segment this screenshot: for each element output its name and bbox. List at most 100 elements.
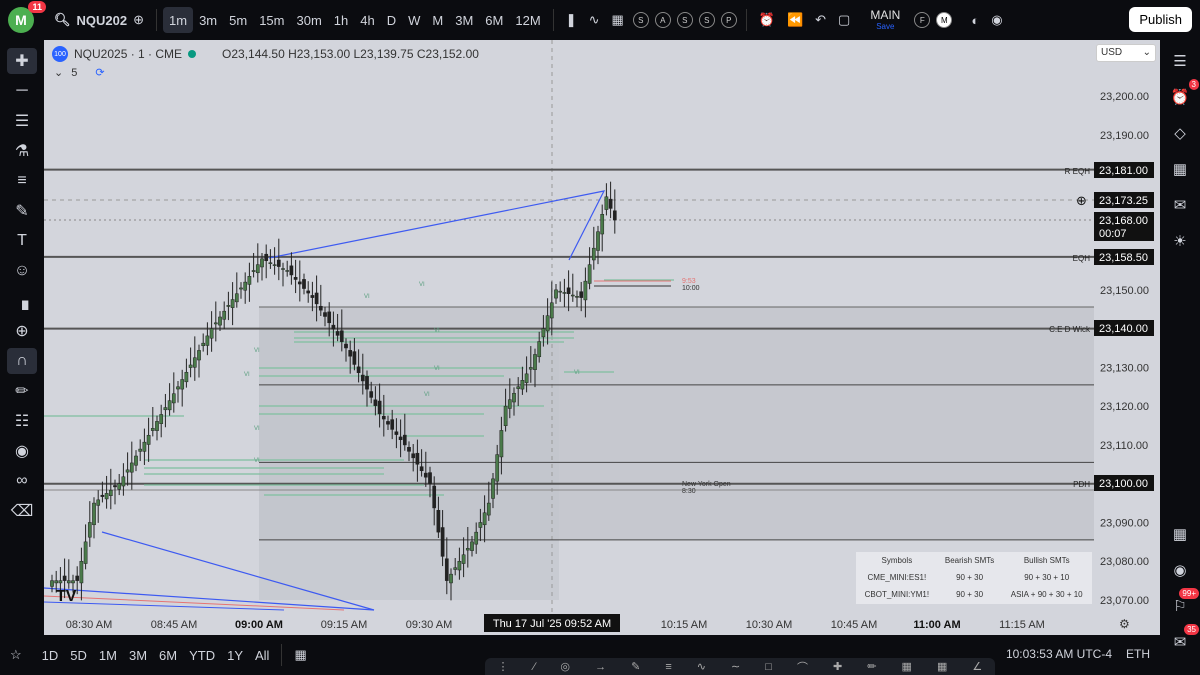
script-button-3[interactable]: S <box>698 12 715 28</box>
script-button-4[interactable]: P <box>720 12 737 28</box>
range-ytd[interactable]: YTD <box>183 642 221 668</box>
range-1m[interactable]: 1M <box>93 642 123 668</box>
path-icon[interactable]: ∼ <box>731 660 740 673</box>
pitchfork-icon[interactable]: ⚗ <box>7 138 37 164</box>
timeframe-6m[interactable]: 6M <box>479 7 509 33</box>
chat-icon[interactable]: ✉ <box>1167 192 1193 218</box>
shape-icon[interactable]: □ <box>765 661 772 673</box>
timeframe-1m[interactable]: 1m <box>163 7 194 33</box>
smt-cell: 90 + 30 + 10 <box>1024 573 1070 582</box>
timeframe-3m[interactable]: 3m <box>193 7 223 33</box>
candle-body <box>247 276 252 285</box>
chevron-down-icon[interactable]: ⌄ <box>54 66 63 79</box>
brush-icon[interactable]: ✎ <box>7 198 37 224</box>
symbol-search[interactable]: 🔍︎ NQU202 <box>54 12 127 28</box>
trash-icon[interactable]: ⌫ <box>7 498 37 524</box>
timeframe-5m[interactable]: 5m <box>223 7 253 33</box>
messages-icon[interactable]: ✉ 35 <box>1167 624 1199 655</box>
currency-select[interactable]: USD ⌄ <box>1096 44 1156 62</box>
grid-icon[interactable]: ▦ <box>937 660 947 673</box>
undo-icon[interactable]: ↶ <box>809 7 832 33</box>
timeframe-3m[interactable]: 3M <box>449 7 479 33</box>
channel-icon[interactable]: ≡ <box>665 661 671 673</box>
emoji-icon[interactable]: ☺ <box>7 258 37 284</box>
line-tool-icon[interactable]: ∕ <box>534 661 536 673</box>
lock-pencil-icon[interactable]: ✏ <box>7 378 37 404</box>
profile-avatar[interactable]: M 11 <box>8 1 46 33</box>
range-3m[interactable]: 3M <box>123 642 153 668</box>
magnet-icon[interactable]: ∩ <box>7 348 37 374</box>
indicators-icon[interactable]: ∿ <box>583 7 606 33</box>
zoom-icon[interactable]: ⊕ <box>7 318 37 344</box>
timeframe-d[interactable]: D <box>381 7 402 33</box>
layout-grid-icon[interactable]: ▦ <box>605 7 629 33</box>
candle-body <box>482 512 487 526</box>
data-window-icon[interactable]: ▦ <box>1167 156 1193 182</box>
range-5d[interactable]: 5D <box>64 642 93 668</box>
layers-icon[interactable]: ◇ <box>1167 120 1193 146</box>
publish-button[interactable]: Publish <box>1129 7 1192 32</box>
session-label[interactable]: ETH <box>1126 647 1150 661</box>
timeframe-4h[interactable]: 4h <box>354 7 380 33</box>
price-chart[interactable]: 23,200.00 23,190.00 23,150.00 23,130.00 23,1… <box>44 40 1160 635</box>
measure-icon[interactable]: ∠ <box>972 660 982 673</box>
ruler-icon[interactable]: ▗ <box>7 288 37 314</box>
range-1y[interactable]: 1Y <box>221 642 249 668</box>
alerts-icon[interactable]: ⏰ 3 <box>1167 79 1199 110</box>
range-all[interactable]: All <box>249 642 275 668</box>
eye-icon[interactable]: ◉ <box>7 438 37 464</box>
chat-bubble-icon[interactable]: ◉ <box>1167 557 1193 583</box>
settings-gauge-icon[interactable]: ◐ <box>965 7 985 33</box>
trend-line-icon[interactable]: ─ <box>7 78 37 104</box>
legend-title[interactable]: NQU2025 · 1 · CME <box>74 47 182 61</box>
replay-icon[interactable]: ⏪ <box>781 7 809 33</box>
timeframe-w[interactable]: W <box>402 7 426 33</box>
timeframe-m[interactable]: M <box>426 7 449 33</box>
text-icon[interactable]: T <box>7 228 37 254</box>
cross-icon[interactable]: ✚ <box>833 660 842 673</box>
lock-icon[interactable]: ☷ <box>7 408 37 434</box>
timeframe-1h[interactable]: 1h <box>328 7 354 33</box>
target-icon[interactable]: ◎ <box>560 660 570 673</box>
crosshair-icon[interactable]: ✚ <box>7 48 37 74</box>
curve-icon[interactable]: ⌒ <box>797 659 808 675</box>
timeframe-12m[interactable]: 12M <box>509 7 546 33</box>
alert-clock-icon[interactable]: ⏰ <box>753 7 781 33</box>
pencil-icon[interactable]: ✏ <box>867 660 876 673</box>
chart-area[interactable]: 23,200.00 23,190.00 23,150.00 23,130.00 23,1… <box>44 40 1160 635</box>
link-icon[interactable]: ∞ <box>7 468 37 494</box>
goto-date-icon[interactable]: ▦ <box>288 642 312 668</box>
camera-icon[interactable]: ◉ <box>985 7 1008 33</box>
script-button-0[interactable]: S <box>632 12 649 28</box>
notifications-icon[interactable]: ⚐ 99+ <box>1167 588 1199 619</box>
fvg-label: VI <box>424 392 430 398</box>
watchlist-icon[interactable]: ☰ <box>1167 48 1193 74</box>
script-button-1[interactable]: A <box>654 12 671 28</box>
clock[interactable]: 10:03:53 AM UTC-4 <box>1006 647 1112 661</box>
timeframe-30m[interactable]: 30m <box>290 7 327 33</box>
compare-add-icon[interactable]: ⊕ <box>127 7 150 33</box>
fib-icon[interactable]: ≡ <box>7 168 37 194</box>
range-6m[interactable]: 6M <box>153 642 183 668</box>
horizontal-lines-icon[interactable]: ☰ <box>7 108 37 134</box>
star-icon[interactable]: ☆ <box>4 642 28 668</box>
layout-name[interactable]: MAIN Save <box>870 9 900 31</box>
candle-body <box>381 415 386 420</box>
ideas-icon[interactable]: ☀ <box>1167 228 1193 254</box>
range-1d[interactable]: 1D <box>36 642 65 668</box>
profile-m-button[interactable]: M <box>936 12 953 28</box>
timeframe-15m[interactable]: 15m <box>253 7 290 33</box>
brush-tool-icon[interactable]: ✎ <box>631 660 640 673</box>
calendar-icon[interactable]: ▦ <box>1167 521 1193 547</box>
script-button-2[interactable]: S <box>676 12 693 28</box>
drag-handle-icon[interactable]: ⋮ <box>498 660 509 673</box>
sync-icon[interactable]: ⟳ <box>95 66 104 79</box>
fullscreen-icon[interactable]: ▢ <box>832 7 856 33</box>
candle-body <box>218 316 222 326</box>
profile-f-button[interactable]: F <box>914 12 931 28</box>
zigzag-icon[interactable]: ∿ <box>697 660 706 673</box>
ray-icon[interactable]: → <box>595 661 606 673</box>
indicator-count: 5 <box>71 66 78 79</box>
table-icon[interactable]: ▦ <box>902 660 912 673</box>
candle-type-icon[interactable]: ❚ <box>560 7 583 33</box>
